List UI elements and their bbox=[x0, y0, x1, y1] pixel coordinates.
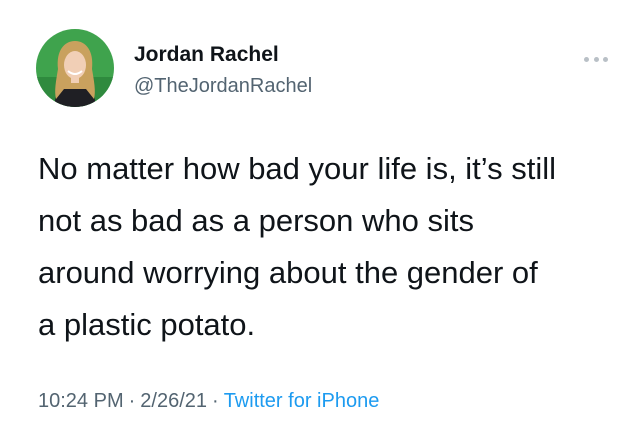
author-handle[interactable]: @TheJordanRachel bbox=[134, 75, 312, 98]
tweet-line: not as bad as a person who sits bbox=[38, 203, 474, 238]
dot bbox=[603, 56, 608, 62]
more-horizontal-icon[interactable] bbox=[584, 54, 608, 64]
tweet-line: No matter how bad your life is, it’s sti… bbox=[38, 151, 557, 186]
tweet-text: No matter how bad your life is, it’s sti… bbox=[38, 143, 618, 351]
tweet-time[interactable]: 10:24 PM bbox=[38, 390, 124, 412]
tweet-line: a plastic potato. bbox=[38, 307, 256, 342]
author-name[interactable]: Jordan Rachel bbox=[134, 43, 279, 67]
tweet-line: around worrying about the gender of bbox=[38, 255, 538, 290]
tweet-date[interactable]: 2/26/21 bbox=[140, 390, 207, 412]
avatar[interactable] bbox=[36, 29, 114, 107]
dot bbox=[584, 56, 589, 62]
tweet-meta: 10:24 PM · 2/26/21 · Twitter for iPhone bbox=[38, 390, 379, 413]
profile-photo-icon bbox=[36, 29, 114, 107]
tweet-source-link[interactable]: Twitter for iPhone bbox=[224, 390, 380, 412]
meta-separator: · bbox=[212, 390, 219, 412]
dot bbox=[593, 56, 599, 62]
meta-separator: · bbox=[128, 390, 136, 412]
tweet-card: Jordan Rachel @TheJordanRachel No matter… bbox=[0, 0, 640, 433]
